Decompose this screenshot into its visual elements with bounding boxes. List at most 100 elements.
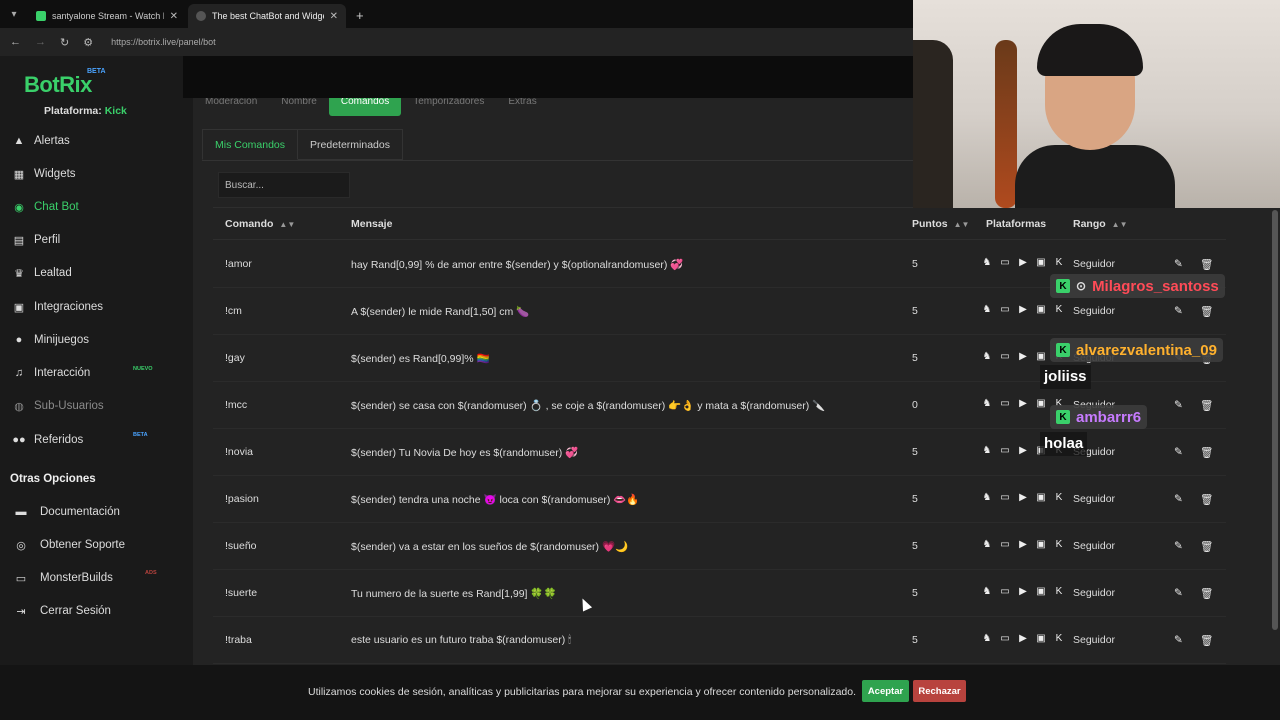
edit-icon[interactable]: ✎	[1174, 540, 1183, 552]
new-tab-button[interactable]: +	[348, 4, 372, 28]
sidebar-item-sub-usuarios[interactable]: ◍ Sub-Usuarios	[12, 396, 172, 416]
youtube-icon[interactable]: ▶	[1017, 445, 1029, 456]
column-puntos[interactable]: Puntos ▲▼	[912, 218, 969, 230]
kick-icon[interactable]: K	[1053, 633, 1065, 644]
kick-alt-icon[interactable]: ♞	[981, 257, 993, 268]
sidebar-item-widgets[interactable]: ▦ Widgets	[12, 164, 172, 184]
trash-icon[interactable]: 🗑	[1200, 258, 1213, 271]
kick-icon[interactable]: K	[1053, 586, 1065, 597]
sort-icon[interactable]: ▲▼	[954, 220, 970, 229]
twitch-icon[interactable]: ▭	[999, 257, 1011, 268]
youtube-icon[interactable]: ▶	[1017, 539, 1029, 550]
sidebar-item-referidos[interactable]: ●● Referidos	[12, 430, 172, 450]
reload-icon[interactable]: ↻	[60, 36, 69, 49]
tab-comandos[interactable]: Comandos	[328, 98, 402, 116]
accept-cookies-button[interactable]: Aceptar	[862, 680, 909, 702]
youtube-icon[interactable]: ▶	[1017, 398, 1029, 409]
twitch-icon[interactable]: ▭	[999, 445, 1011, 456]
trash-icon[interactable]: 🗑	[1200, 399, 1213, 412]
back-arrow-icon[interactable]: ←	[10, 36, 21, 48]
sidebar-item-chat-bot[interactable]: ◉ Chat Bot	[12, 197, 172, 217]
twitch-icon[interactable]: ▭	[999, 304, 1011, 315]
kick-alt-icon[interactable]: ♞	[981, 445, 993, 456]
user-cog-icon: ◍	[14, 400, 24, 413]
sidebar-item-lealtad[interactable]: ♛ Lealtad	[12, 263, 172, 283]
kick-alt-icon[interactable]: ♞	[981, 586, 993, 597]
tab-moderacion[interactable]: Moderación	[193, 98, 269, 116]
twitch-icon[interactable]: ▭	[999, 539, 1011, 550]
trovo-icon[interactable]: ▣	[1035, 398, 1047, 409]
sidebar-item-documentacion[interactable]: ▬ Documentación	[14, 502, 174, 522]
tab-extras[interactable]: Extras	[496, 98, 548, 116]
edit-icon[interactable]: ✎	[1174, 258, 1183, 270]
kick-alt-icon[interactable]: ♞	[981, 539, 993, 550]
sidebar-item-label: Documentación	[40, 506, 120, 518]
trash-icon[interactable]: 🗑	[1200, 634, 1213, 647]
kick-icon[interactable]: K	[1053, 539, 1065, 550]
trash-icon[interactable]: 🗑	[1200, 587, 1213, 600]
kick-alt-icon[interactable]: ♞	[981, 398, 993, 409]
kick-alt-icon[interactable]: ♞	[981, 351, 993, 362]
sidebar-item-perfil[interactable]: ▤ Perfil	[12, 230, 172, 250]
address-bar[interactable]: https://botrix.live/panel/bot	[111, 37, 216, 47]
trovo-icon[interactable]: ▣	[1035, 586, 1047, 597]
youtube-icon[interactable]: ▶	[1017, 304, 1029, 315]
close-tab-icon[interactable]: ✕	[170, 11, 178, 22]
sidebar-item-soporte[interactable]: ◎ Obtener Soporte	[14, 535, 174, 555]
edit-icon[interactable]: ✎	[1174, 493, 1183, 505]
twitch-icon[interactable]: ▭	[999, 351, 1011, 362]
trash-icon[interactable]: 🗑	[1200, 446, 1213, 459]
scrollbar[interactable]	[1272, 210, 1278, 630]
tab-nombre[interactable]: Nombre	[269, 98, 329, 116]
botrix-logo[interactable]: BotRix	[24, 72, 92, 98]
sidebar-item-alertas[interactable]: ▲ Alertas	[12, 131, 172, 151]
sidebar-item-minijuegos[interactable]: ● Minijuegos	[12, 330, 172, 350]
kick-alt-icon[interactable]: ♞	[981, 633, 993, 644]
kick-alt-icon[interactable]: ♞	[981, 304, 993, 315]
edit-icon[interactable]: ✎	[1174, 634, 1183, 646]
youtube-icon[interactable]: ▶	[1017, 586, 1029, 597]
sidebar-item-cerrar-sesion[interactable]: ⇥ Cerrar Sesión	[14, 601, 174, 621]
sort-icon[interactable]: ▲▼	[1112, 220, 1128, 229]
browser-tab-kick[interactable]: santyalone Stream - Watch Live ✕	[28, 4, 186, 28]
trovo-icon[interactable]: ▣	[1035, 492, 1047, 503]
sidebar-item-integraciones[interactable]: ▣ Integraciones	[12, 297, 172, 317]
edit-icon[interactable]: ✎	[1174, 587, 1183, 599]
forward-arrow-icon[interactable]: →	[35, 36, 46, 48]
youtube-icon[interactable]: ▶	[1017, 257, 1029, 268]
kick-icon[interactable]: K	[1053, 257, 1065, 268]
kick-icon[interactable]: K	[1053, 304, 1065, 315]
tab-mis-comandos[interactable]: Mis Comandos	[202, 129, 299, 160]
youtube-icon[interactable]: ▶	[1017, 633, 1029, 644]
youtube-icon[interactable]: ▶	[1017, 492, 1029, 503]
site-info-icon[interactable]: ⚙	[83, 36, 93, 49]
trash-icon[interactable]: 🗑	[1200, 540, 1213, 553]
trash-icon[interactable]: 🗑	[1200, 305, 1213, 318]
edit-icon[interactable]: ✎	[1174, 446, 1183, 458]
edit-icon[interactable]: ✎	[1174, 305, 1183, 317]
sort-icon[interactable]: ▲▼	[279, 220, 295, 229]
twitch-icon[interactable]: ▭	[999, 586, 1011, 597]
twitch-icon[interactable]: ▭	[999, 398, 1011, 409]
kick-alt-icon[interactable]: ♞	[981, 492, 993, 503]
edit-icon[interactable]: ✎	[1174, 399, 1183, 411]
kick-icon[interactable]: K	[1053, 492, 1065, 503]
tab-search-icon[interactable]: ▾	[0, 0, 28, 28]
tab-predeterminados[interactable]: Predeterminados	[298, 129, 403, 160]
column-rango[interactable]: Rango ▲▼	[1073, 218, 1128, 230]
twitch-icon[interactable]: ▭	[999, 633, 1011, 644]
search-input[interactable]	[218, 172, 350, 198]
tab-temporizadores[interactable]: Temporizadores	[401, 98, 496, 116]
twitch-icon[interactable]: ▭	[999, 492, 1011, 503]
close-tab-icon[interactable]: ✕	[330, 11, 338, 22]
trash-icon[interactable]: 🗑	[1200, 493, 1213, 506]
trovo-icon[interactable]: ▣	[1035, 539, 1047, 550]
column-comando[interactable]: Comando ▲▼	[225, 218, 295, 230]
trovo-icon[interactable]: ▣	[1035, 351, 1047, 362]
trovo-icon[interactable]: ▣	[1035, 633, 1047, 644]
reject-cookies-button[interactable]: Rechazar	[913, 680, 966, 702]
youtube-icon[interactable]: ▶	[1017, 351, 1029, 362]
trovo-icon[interactable]: ▣	[1035, 304, 1047, 315]
trovo-icon[interactable]: ▣	[1035, 257, 1047, 268]
browser-tab-botrix[interactable]: The best ChatBot and Widgets ✕	[188, 4, 346, 28]
